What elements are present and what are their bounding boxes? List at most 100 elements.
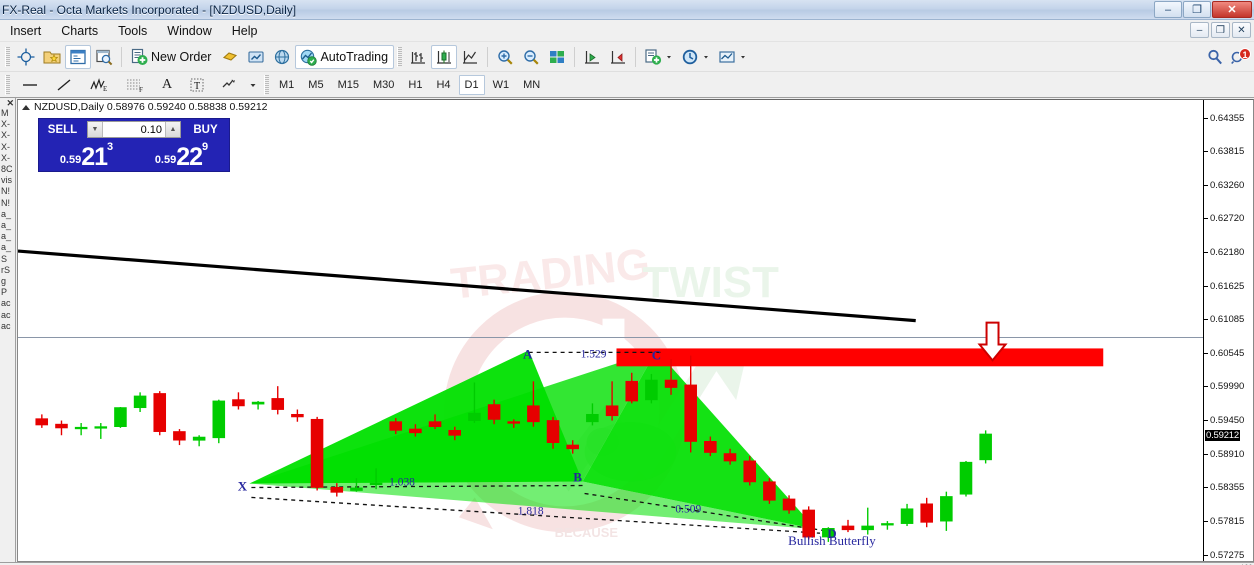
timeframe-mn[interactable]: MN: [517, 75, 546, 95]
panel-row[interactable]: rS: [0, 265, 15, 276]
crosshair-icon[interactable]: [13, 45, 39, 69]
market-watch-icon[interactable]: [91, 45, 117, 69]
trendline-tool[interactable]: [48, 75, 80, 95]
favorites-icon[interactable]: [39, 45, 65, 69]
timeframe-h4[interactable]: H4: [430, 75, 456, 95]
data-window-icon[interactable]: [65, 44, 91, 69]
autotrading-button[interactable]: AutoTrading: [295, 44, 395, 69]
mdi-minimize-button[interactable]: –: [1190, 22, 1209, 38]
fib-ratio-label: 1.529: [581, 348, 607, 360]
panel-row[interactable]: a_: [0, 231, 15, 242]
toolbar-grip[interactable]: [5, 46, 10, 67]
panel-row[interactable]: S: [0, 254, 15, 265]
panel-row[interactable]: vis: [0, 175, 15, 186]
auto-scroll-icon[interactable]: [579, 45, 605, 69]
close-button[interactable]: ✕: [1212, 1, 1252, 18]
volume-decrement-icon[interactable]: ▼: [88, 122, 103, 137]
panel-row[interactable]: X-: [0, 119, 15, 130]
elliott-wave-tool[interactable]: E: [82, 75, 116, 95]
volume-value: 0.10: [140, 123, 162, 136]
chart-shift-icon[interactable]: [605, 45, 631, 69]
new-order-button[interactable]: New Order: [126, 45, 217, 69]
strategy-tester-icon[interactable]: [243, 45, 269, 69]
mdi-restore-button[interactable]: ❐: [1211, 22, 1230, 38]
timeframe-h1[interactable]: H1: [402, 75, 428, 95]
sell-button[interactable]: SELL: [39, 119, 86, 140]
candlestick: [74, 423, 88, 436]
chart-plot-area[interactable]: TRADING TWIST BECAUSE X A B C D 1.529 1.…: [18, 114, 1203, 561]
menu-item-tools[interactable]: Tools: [108, 22, 157, 40]
panel-row[interactable]: N!: [0, 198, 15, 209]
notification-icon[interactable]: 1: [1230, 47, 1251, 66]
bar-chart-icon[interactable]: [405, 45, 431, 69]
cursor-tool[interactable]: [14, 75, 46, 95]
new-order-icon: [130, 48, 148, 66]
text-label-tool[interactable]: T: [182, 75, 212, 95]
panel-row[interactable]: a_: [0, 209, 15, 220]
chevron-down-icon-3[interactable]: [739, 48, 747, 66]
chart-window[interactable]: NZDUSD,Daily 0.58976 0.59240 0.58838 0.5…: [17, 99, 1254, 562]
indicators-icon[interactable]: [640, 45, 677, 69]
timeframe-w1[interactable]: W1: [487, 75, 516, 95]
crosshair-glyph: [17, 48, 35, 66]
panel-row[interactable]: a_: [0, 220, 15, 231]
panel-row[interactable]: a_: [0, 242, 15, 253]
toolbar-grip-2[interactable]: [397, 46, 403, 67]
panel-row[interactable]: ac: [0, 310, 15, 321]
mql5-community-icon[interactable]: [269, 45, 295, 69]
pattern-point-a: A: [523, 346, 533, 361]
price-scale[interactable]: 0.64355 0.63815 0.63260 0.62720 0.62180 0.616…: [1203, 100, 1253, 561]
timeframe-m5[interactable]: M5: [302, 75, 329, 95]
linebar-grip[interactable]: [5, 74, 10, 95]
panel-row[interactable]: M: [0, 108, 15, 119]
timeframe-grip[interactable]: [264, 74, 269, 95]
text-tool[interactable]: A: [154, 75, 180, 95]
menu-item-charts[interactable]: Charts: [51, 22, 108, 40]
menu-item-window[interactable]: Window: [157, 22, 221, 40]
tile-windows-icon[interactable]: [544, 45, 570, 69]
templates-icon[interactable]: [714, 45, 751, 69]
timeframe-m30[interactable]: M30: [367, 75, 400, 95]
panel-row[interactable]: 8C: [0, 164, 15, 175]
panel-row[interactable]: ac: [0, 321, 15, 332]
shapes-tool[interactable]: [214, 75, 244, 95]
volume-increment-icon[interactable]: ▲: [165, 122, 180, 137]
minimize-button[interactable]: –: [1154, 1, 1182, 18]
timeframe-m1[interactable]: M1: [273, 75, 300, 95]
chevron-down-icon-2[interactable]: [702, 48, 710, 66]
panel-close-icon[interactable]: ✕: [0, 98, 15, 108]
buy-price[interactable]: 0.59 22 9: [135, 140, 228, 170]
timeframe-d1[interactable]: D1: [458, 74, 485, 95]
fibonacci-tool[interactable]: F: [118, 75, 152, 95]
buy-price-prefix: 0.59: [154, 154, 177, 166]
timeframe-m15[interactable]: M15: [332, 75, 365, 95]
one-click-trading-panel[interactable]: SELL ▼ 0.10 ▲ BUY 0.59 21 3 0.59 22 9: [38, 118, 230, 172]
menu-item-insert[interactable]: Insert: [0, 22, 51, 40]
panel-row[interactable]: P: [0, 287, 15, 298]
panel-row[interactable]: X-: [0, 130, 15, 141]
panel-row[interactable]: ac: [0, 298, 15, 309]
buy-button[interactable]: BUY: [182, 119, 229, 140]
panel-row[interactable]: N!: [0, 186, 15, 197]
panel-row[interactable]: g: [0, 276, 15, 287]
zoom-in-icon[interactable]: [492, 45, 518, 69]
candlestick-chart-icon[interactable]: [431, 44, 458, 69]
line-chart-icon[interactable]: [457, 45, 483, 69]
shapes-dropdown-icon[interactable]: [246, 75, 260, 95]
new-order-label: New Order: [151, 49, 212, 64]
chevron-down-icon[interactable]: [665, 48, 673, 66]
price-tick: 0.62720: [1204, 213, 1253, 224]
zoom-out-icon[interactable]: [518, 45, 544, 69]
chart-expand-icon[interactable]: [22, 104, 30, 110]
volume-input[interactable]: ▼ 0.10 ▲: [87, 121, 181, 138]
panel-row[interactable]: X-: [0, 153, 15, 164]
maximize-button[interactable]: ❐: [1183, 1, 1211, 18]
market-watch-panel[interactable]: ✕ M X- X- X- X- 8C vis N! N! a_ a_ a_ a_ SrS g Pac ac ac: [0, 98, 16, 562]
search-icon[interactable]: [1206, 48, 1224, 66]
mdi-close-button[interactable]: ✕: [1232, 22, 1251, 38]
sell-price[interactable]: 0.59 21 3: [40, 140, 133, 170]
menu-item-help[interactable]: Help: [222, 22, 268, 40]
periods-icon[interactable]: [677, 45, 714, 69]
panel-row[interactable]: X-: [0, 142, 15, 153]
metaeditor-icon[interactable]: [217, 45, 243, 69]
